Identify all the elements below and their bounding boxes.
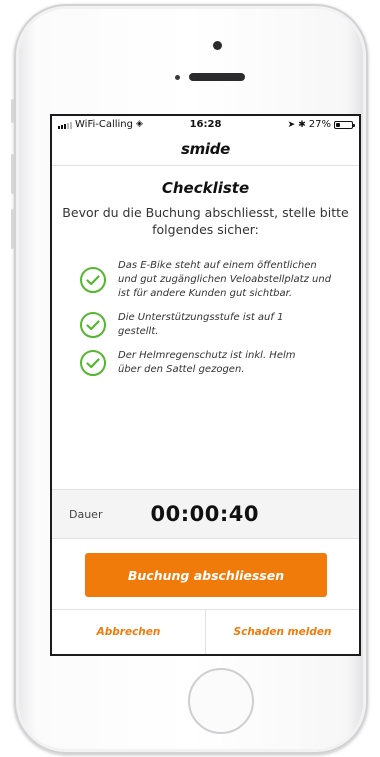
- duration-label: Dauer: [69, 507, 103, 521]
- checklist: Das E-Bike steht auf einem öffentlichen …: [52, 259, 359, 377]
- battery-icon: [334, 120, 355, 129]
- location-arrow-icon: ➤: [287, 119, 296, 130]
- battery-percent: 27%: [308, 119, 331, 130]
- volume-down-button: [11, 209, 14, 249]
- complete-booking-button[interactable]: Buchung abschliessen: [85, 553, 327, 597]
- nav-bar: smide: [52, 133, 359, 166]
- check-circle-icon: [80, 312, 106, 338]
- checklist-item-text: Der Helmregenschutz ist inkl. Helm über …: [118, 350, 296, 375]
- app-logo: smide: [180, 140, 231, 158]
- check-circle-icon: [80, 267, 106, 293]
- report-damage-button[interactable]: Schaden melden: [205, 610, 359, 654]
- checklist-item: Der Helmregenschutz ist inkl. Helm über …: [80, 349, 353, 377]
- wifi-icon: ◈: [136, 119, 143, 129]
- proximity-sensor: [175, 75, 180, 80]
- duration-row: Dauer 00:00:40: [52, 489, 359, 539]
- status-bar: WiFi-Calling ◈ 16:28 ➤ ✱ 27%: [52, 116, 359, 133]
- home-button[interactable]: [188, 668, 254, 734]
- earpiece-speaker: [189, 73, 245, 81]
- screen: WiFi-Calling ◈ 16:28 ➤ ✱ 27% smide Check…: [50, 114, 361, 656]
- battery-level: [336, 122, 341, 127]
- bluetooth-icon: ✱: [298, 119, 306, 130]
- checklist-item: Das E-Bike steht auf einem öffentlichen …: [80, 259, 353, 301]
- cancel-button[interactable]: Abbrechen: [52, 610, 205, 654]
- duration-timer: 00:00:40: [150, 502, 259, 526]
- checklist-item: Die Unterstützungsstufe ist auf 1 gestel…: [80, 311, 353, 339]
- checklist-item-text: Das E-Bike steht auf einem öffentlichen …: [118, 260, 332, 299]
- signal-icon: [58, 121, 72, 129]
- check-circle-icon: [80, 350, 106, 376]
- front-camera: [213, 41, 222, 50]
- page-title: Checkliste: [161, 179, 250, 197]
- carrier-label: WiFi-Calling: [75, 119, 133, 130]
- page-subtitle: Bevor du die Buchung abschliesst, stelle…: [62, 205, 349, 237]
- checklist-item-text: Die Unterstützungsstufe ist auf 1 gestel…: [118, 312, 284, 337]
- volume-up-button: [11, 154, 14, 194]
- mute-switch: [11, 99, 14, 123]
- bottom-action-bar: Abbrechen Schaden melden: [52, 609, 359, 654]
